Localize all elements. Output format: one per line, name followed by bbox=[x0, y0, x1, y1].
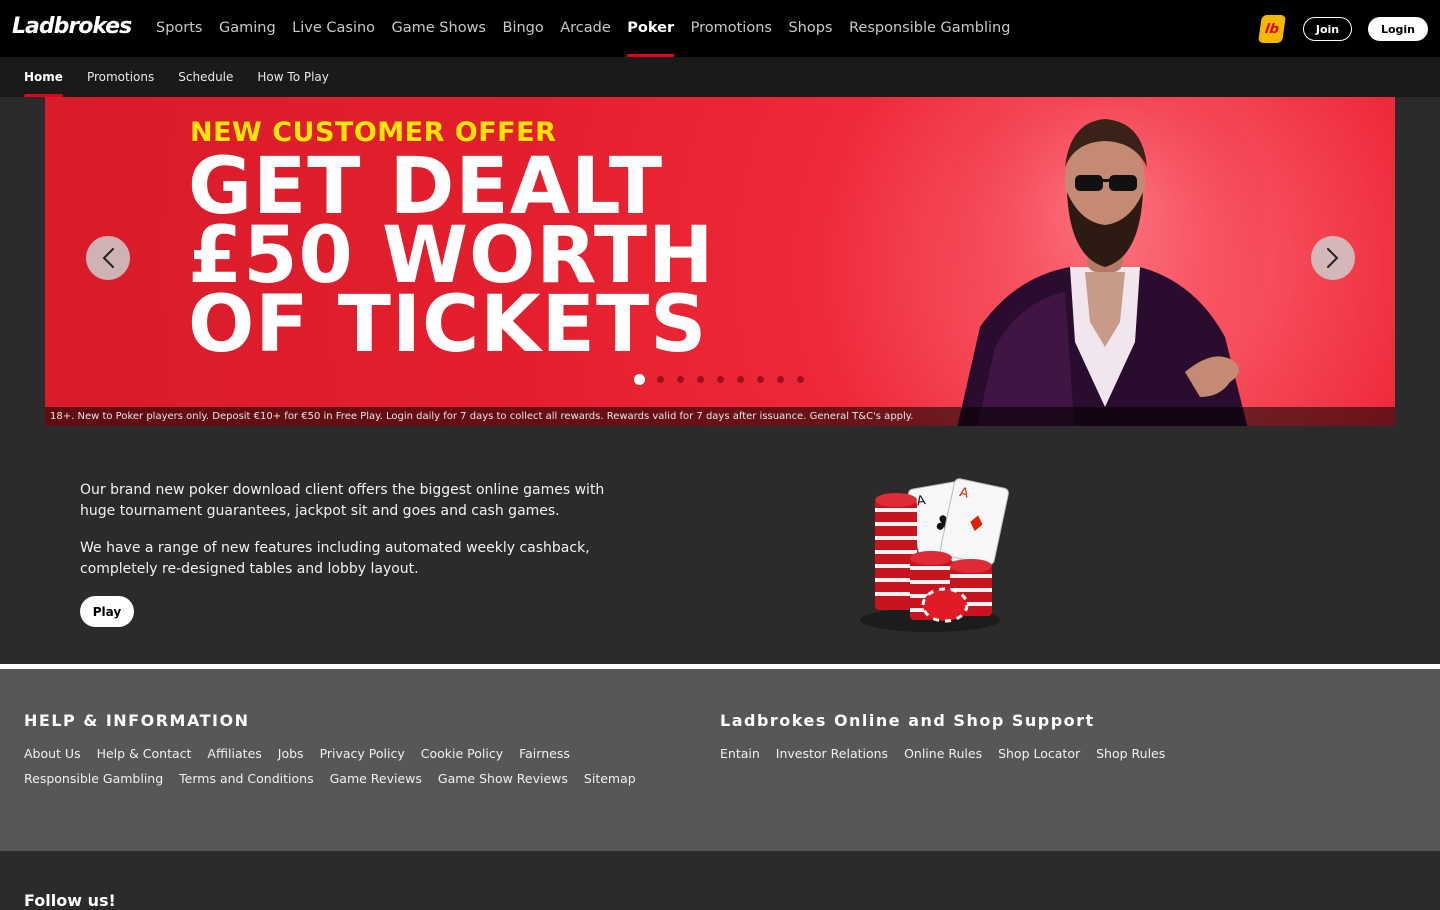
login-button[interactable]: Login bbox=[1368, 17, 1428, 41]
offer-disclaimer: 18+. New to Poker players only. Deposit … bbox=[45, 407, 1395, 426]
ladbrokes-badge-icon[interactable]: lb bbox=[1258, 15, 1286, 43]
subnav-item-how-to-play[interactable]: How To Play bbox=[257, 57, 328, 97]
subnav-item-schedule[interactable]: Schedule bbox=[178, 57, 233, 97]
nav-item-game-shows[interactable]: Game Shows bbox=[392, 0, 486, 57]
support-links: Entain Investor Relations Online Rules S… bbox=[720, 741, 1420, 766]
nav-item-arcade[interactable]: Arcade bbox=[560, 0, 611, 57]
footer-link-investor-relations[interactable]: Investor Relations bbox=[776, 741, 888, 766]
footer-link-help-contact[interactable]: Help & Contact bbox=[97, 741, 192, 766]
intro-paragraph: Our brand new poker download client offe… bbox=[80, 482, 605, 519]
intro-paragraph: We have a range of new features includin… bbox=[80, 540, 590, 577]
chevron-left-icon bbox=[102, 248, 114, 268]
play-button[interactable]: Play bbox=[80, 596, 134, 627]
carousel-dot[interactable] bbox=[717, 376, 724, 383]
nav-item-sports[interactable]: Sports bbox=[156, 0, 202, 57]
poker-player-image bbox=[935, 107, 1265, 426]
footer-link-game-show-reviews[interactable]: Game Show Reviews bbox=[438, 766, 568, 791]
nav-item-promotions[interactable]: Promotions bbox=[691, 0, 772, 57]
carousel-dot[interactable] bbox=[777, 376, 784, 383]
carousel-next-button[interactable] bbox=[1311, 236, 1355, 280]
follow-title: Follow us! bbox=[24, 891, 116, 910]
main-nav: Sports Gaming Live Casino Game Shows Bin… bbox=[156, 0, 1027, 57]
nav-item-gaming[interactable]: Gaming bbox=[219, 0, 276, 57]
footer-link-terms[interactable]: Terms and Conditions bbox=[179, 766, 313, 791]
carousel-dot[interactable] bbox=[757, 376, 764, 383]
footer-link-entain[interactable]: Entain bbox=[720, 741, 760, 766]
hero-banner[interactable]: NEW CUSTOMER OFFER GET DEALT £50 WORTH O… bbox=[45, 97, 1395, 426]
carousel-pagination bbox=[634, 374, 817, 385]
carousel-dot[interactable] bbox=[634, 374, 645, 385]
footer-link-game-reviews[interactable]: Game Reviews bbox=[330, 766, 422, 791]
nav-item-live-casino[interactable]: Live Casino bbox=[292, 0, 375, 57]
nav-item-responsible-gambling[interactable]: Responsible Gambling bbox=[849, 0, 1010, 57]
footer-link-sitemap[interactable]: Sitemap bbox=[584, 766, 636, 791]
top-navigation: Ladbrokes Sports Gaming Live Casino Game… bbox=[0, 0, 1440, 57]
footer-link-shop-rules[interactable]: Shop Rules bbox=[1096, 741, 1165, 766]
chevron-right-icon bbox=[1327, 248, 1339, 268]
footer-link-privacy-policy[interactable]: Privacy Policy bbox=[320, 741, 405, 766]
carousel-dot[interactable] bbox=[737, 376, 744, 383]
help-heading: HELP & INFORMATION bbox=[24, 711, 250, 730]
badge-text: lb bbox=[1264, 21, 1280, 37]
hero-title: GET DEALT £50 WORTH OF TICKETS bbox=[188, 142, 715, 370]
footer-link-fairness[interactable]: Fairness bbox=[519, 741, 570, 766]
carousel-dot[interactable] bbox=[657, 376, 664, 383]
support-heading: Ladbrokes Online and Shop Support bbox=[720, 711, 1095, 730]
carousel-dot[interactable] bbox=[677, 376, 684, 383]
ladbrokes-logo[interactable]: Ladbrokes bbox=[12, 14, 132, 39]
follow-section: Follow us! bbox=[0, 851, 1440, 910]
footer-link-cookie-policy[interactable]: Cookie Policy bbox=[421, 741, 503, 766]
subnav-item-promotions[interactable]: Promotions bbox=[87, 57, 154, 97]
footer-link-jobs[interactable]: Jobs bbox=[278, 741, 304, 766]
poker-subnav: Home Promotions Schedule How To Play bbox=[0, 57, 1440, 97]
nav-item-poker[interactable]: Poker bbox=[627, 0, 674, 57]
footer-link-online-rules[interactable]: Online Rules bbox=[904, 741, 982, 766]
nav-item-bingo[interactable]: Bingo bbox=[503, 0, 544, 57]
poker-chips-cards-image: A ♣ A ♦ bbox=[860, 478, 1009, 632]
help-links: About Us Help & Contact Affiliates Jobs … bbox=[24, 741, 714, 791]
poker-intro: Our brand new poker download client offe… bbox=[80, 480, 640, 596]
subnav-item-home[interactable]: Home bbox=[24, 57, 63, 97]
carousel-prev-button[interactable] bbox=[86, 236, 130, 280]
footer-link-responsible-gambling[interactable]: Responsible Gambling bbox=[24, 766, 163, 791]
footer-link-about-us[interactable]: About Us bbox=[24, 741, 81, 766]
footer-link-affiliates[interactable]: Affiliates bbox=[207, 741, 261, 766]
join-button[interactable]: Join bbox=[1303, 17, 1352, 41]
footer-link-shop-locator[interactable]: Shop Locator bbox=[998, 741, 1080, 766]
carousel-dot[interactable] bbox=[697, 376, 704, 383]
nav-item-shops[interactable]: Shops bbox=[788, 0, 832, 57]
carousel-dot[interactable] bbox=[797, 376, 804, 383]
footer: HELP & INFORMATION About Us Help & Conta… bbox=[0, 669, 1440, 851]
